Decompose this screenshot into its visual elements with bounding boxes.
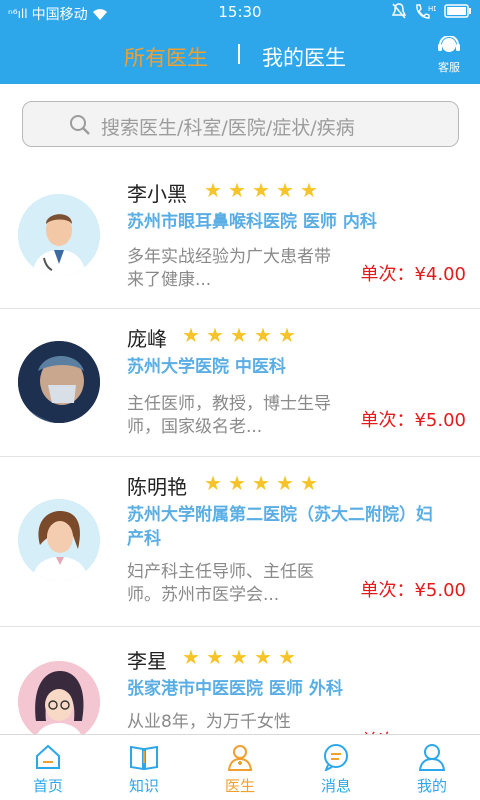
nav-home[interactable]: 首页 xyxy=(0,735,96,800)
nav-profile[interactable]: 我的 xyxy=(384,735,480,800)
battery-icon xyxy=(444,4,471,18)
star-icon: ★ xyxy=(206,645,224,669)
star-icon: ★ xyxy=(228,178,246,202)
nav-knowledge-label: 知识 xyxy=(128,777,159,795)
book-icon xyxy=(130,745,158,771)
doctor-avatar xyxy=(18,499,100,581)
star-icon: ★ xyxy=(206,323,224,347)
star-icon: ★ xyxy=(204,471,222,495)
top-nav: 所有医生 我的医生 客服 xyxy=(0,26,480,84)
star-icon: ★ xyxy=(300,471,318,495)
nav-messages[interactable]: 消息 xyxy=(288,735,384,800)
doctor-description: 妇产科主任导师、主任医师。苏州市医学会... xyxy=(127,562,314,605)
doctor-name: 陈明艳 xyxy=(127,475,187,499)
search-input[interactable]: 搜索医生/科室/医院/症状/疾病 xyxy=(22,101,459,147)
star-icon: ★ xyxy=(204,178,222,202)
doctor-card[interactable]: 庞峰 ★ ★ ★ ★ ★ 苏州大学医院 中医科 主任医师，教授，博士生导师，国家级名老.… xyxy=(0,309,480,457)
doctor-price: 单次：¥5.00 xyxy=(360,580,466,601)
doctor-description: 从业8年，为万千女性 xyxy=(127,712,291,732)
home-icon xyxy=(36,744,60,769)
star-icon: ★ xyxy=(230,323,248,347)
doctor-avatar xyxy=(18,661,100,743)
user-icon xyxy=(418,744,446,771)
rating-stars: ★ ★ ★ ★ ★ xyxy=(204,473,320,493)
customer-service-button[interactable]: 客服 xyxy=(432,35,466,75)
star-icon: ★ xyxy=(230,645,248,669)
svg-text:HD: HD xyxy=(428,5,436,13)
doctor-card[interactable]: 李星 ★★★★★ 张家港市中医医院 医师 外科 从业8年，为万千女性 单次：¥4… xyxy=(0,627,480,752)
doctor-avatar xyxy=(18,341,100,423)
bell-muted-icon xyxy=(392,3,406,19)
header: ⁿ⁶ıll 中国移动 15:30 HD 所有医生 我的医生 客服 xyxy=(0,0,480,84)
doctor-price: 单次：¥5.00 xyxy=(360,410,466,431)
star-icon: ★ xyxy=(182,645,200,669)
doctor-hospital: 张家港市中医医院 医师 外科 xyxy=(127,679,343,699)
doctor-name: 庞峰 xyxy=(127,327,167,351)
rating-stars: ★ ★ ★ ★ ★ xyxy=(182,647,298,667)
doctor-price: 单次：¥4.00 xyxy=(360,264,466,285)
rating-stars: ★ ★ ★ ★ ★ xyxy=(204,180,320,200)
star-icon: ★ xyxy=(252,471,270,495)
doctor-card[interactable]: 李小黑 ★ ★ ★ ★ ★ 苏州市眼耳鼻喉科医院 医师 内科 多年实战经验为广大患者带来… xyxy=(0,164,480,309)
doctor-description: 多年实战经验为广大患者带来了健康... xyxy=(127,247,331,290)
hd-call-icon: HD xyxy=(416,4,436,19)
doctor-description: 主任医师，教授，博士生导师，国家级名老... xyxy=(127,394,331,437)
tab-my-doctors[interactable]: 我的医生 xyxy=(262,42,346,72)
nav-home-label: 首页 xyxy=(32,777,63,795)
tab-divider xyxy=(238,44,240,64)
star-icon: ★ xyxy=(278,323,296,347)
doctor-name: 李星 xyxy=(127,649,167,673)
nav-knowledge[interactable]: 知识 xyxy=(96,735,192,800)
doctor-card[interactable]: 陈明艳 ★ ★ ★ ★ ★ 苏州大学附属第二医院（苏大二附院）妇产科 妇产科主任导师、主… xyxy=(0,457,480,627)
doctor-hospital: 苏州市眼耳鼻喉科医院 医师 内科 xyxy=(127,212,377,232)
headset-icon xyxy=(438,35,460,52)
rating-stars: ★ ★ ★ ★ ★ xyxy=(182,325,298,345)
doctor-icon xyxy=(227,745,253,771)
doctor-name: 李小黑 xyxy=(127,182,187,206)
service-label: 客服 xyxy=(438,61,460,74)
nav-messages-label: 消息 xyxy=(320,777,351,795)
star-icon: ★ xyxy=(276,178,294,202)
search-icon xyxy=(70,115,90,135)
status-bar: ⁿ⁶ıll 中国移动 15:30 HD xyxy=(0,0,480,26)
doctor-hospital: 苏州大学医院 中医科 xyxy=(127,357,286,377)
search-placeholder: 搜索医生/科室/医院/症状/疾病 xyxy=(101,117,355,139)
chat-bubble-icon xyxy=(324,744,348,771)
doctor-avatar xyxy=(18,194,100,276)
star-icon: ★ xyxy=(252,178,270,202)
star-icon: ★ xyxy=(278,645,296,669)
star-icon: ★ xyxy=(300,178,318,202)
doctor-hospital: 苏州大学附属第二医院（苏大二附院）妇产科 xyxy=(127,505,433,549)
star-icon: ★ xyxy=(254,645,272,669)
nav-doctor[interactable]: 医生 xyxy=(192,735,288,800)
star-icon: ★ xyxy=(276,471,294,495)
bottom-nav: 首页 知识 医生 消息 我的 xyxy=(0,734,480,800)
nav-doctor-label: 医生 xyxy=(224,777,255,795)
star-icon: ★ xyxy=(182,323,200,347)
nav-profile-label: 我的 xyxy=(416,777,447,795)
star-icon: ★ xyxy=(254,323,272,347)
tab-all-doctors[interactable]: 所有医生 xyxy=(124,42,208,72)
star-icon: ★ xyxy=(228,471,246,495)
